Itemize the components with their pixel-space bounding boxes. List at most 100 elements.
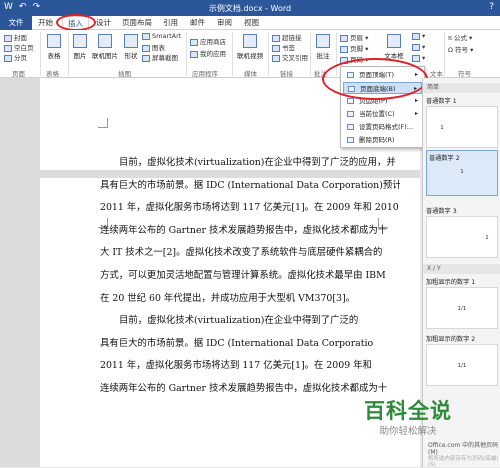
tab-view[interactable]: 视图 bbox=[244, 17, 259, 29]
watermark-title: 百科全说 bbox=[364, 399, 452, 423]
page-margin-icon bbox=[347, 98, 354, 104]
table-icon bbox=[47, 34, 61, 48]
screenshot-button[interactable]: 屏幕截图 bbox=[142, 52, 178, 62]
gallery-section-xy: X / Y bbox=[423, 264, 500, 274]
comment-icon bbox=[316, 34, 330, 48]
page-bottom-icon bbox=[348, 86, 355, 92]
chart-button[interactable]: 图表 bbox=[142, 42, 165, 52]
tab-references[interactable]: 引用 bbox=[163, 17, 178, 29]
dropcap-icon[interactable]: ▾ bbox=[412, 54, 425, 62]
gallery-item-label: 加粗显示的数字 1 bbox=[426, 279, 476, 286]
quick-parts-icon[interactable]: ▾ bbox=[412, 32, 425, 40]
cover-page-icon bbox=[4, 34, 12, 42]
text-line: 方式，可以更加灵活地配置与管理计算系统。虚拟化技术最早由 IBM bbox=[100, 269, 386, 281]
group-label-apps: 应用程序 bbox=[192, 70, 218, 78]
ribbon-separator bbox=[336, 32, 337, 76]
comment-button[interactable]: 批注 bbox=[314, 34, 332, 60]
text-line: 2011 年，虚拟化服务市场将达到 117 亿美元[1]。在 2009 年和 2… bbox=[100, 202, 400, 214]
group-label-tables: 表格 bbox=[46, 70, 59, 78]
text-line: 2011 年，虚拟化服务市场将达到 117 亿美元[1]。在 2009 年和 bbox=[100, 360, 372, 372]
menu-item-remove-page-numbers[interactable]: 删除页码(R) bbox=[343, 134, 422, 146]
group-label-symbols: 符号 bbox=[458, 70, 471, 78]
format-icon bbox=[347, 124, 354, 130]
tab-file[interactable]: 文件 bbox=[0, 16, 32, 30]
ribbon-separator bbox=[68, 32, 69, 76]
header-button[interactable]: 页眉 ▾ bbox=[340, 32, 368, 42]
menu-item-bottom-of-page[interactable]: 页面底端(B) ▸ bbox=[343, 82, 422, 94]
ribbon-separator bbox=[186, 32, 187, 76]
tab-layout[interactable]: 页面布局 bbox=[122, 17, 152, 29]
page-number-icon bbox=[340, 56, 348, 64]
equation-button[interactable]: π 公式 ▾ bbox=[448, 32, 472, 42]
cover-page-button[interactable]: 封面 bbox=[4, 32, 27, 42]
page-break-icon bbox=[4, 54, 12, 62]
window-title: 示例文档.docx - Word bbox=[208, 4, 292, 13]
tab-design[interactable]: 设计 bbox=[96, 17, 111, 29]
gallery-item-bold-number-2[interactable]: 1/1 bbox=[426, 344, 498, 386]
wordart-icon[interactable]: ▾ bbox=[412, 43, 425, 51]
symbol-button[interactable]: Ω 符号 ▾ bbox=[448, 44, 473, 54]
watermark-subtitle: 助你轻松解决 bbox=[379, 426, 437, 437]
ribbon-tabs: 文件 开始 插入 设计 页面布局 引用 邮件 审阅 视图 bbox=[0, 16, 500, 31]
page-break-button[interactable]: 分页 bbox=[4, 52, 27, 62]
shapes-icon bbox=[124, 34, 138, 48]
text-line: 大 IT 技术之一[2]。虚拟化技术改变了系统软件与底层硬件紧耦合的 bbox=[100, 247, 383, 259]
text-line: 连续两年公布的 Gartner 技术发展趋势报告中，虚拟化技术都成为十 bbox=[100, 224, 388, 236]
bookmark-icon bbox=[272, 44, 280, 52]
blank-page-button[interactable]: 空白页 bbox=[4, 42, 34, 52]
menu-item-top-of-page[interactable]: 页面顶端(T) ▸ bbox=[343, 69, 422, 81]
store-button[interactable]: 应用商店 bbox=[190, 36, 226, 46]
ribbon-separator bbox=[444, 32, 445, 76]
table-button[interactable]: 表格 bbox=[44, 34, 64, 60]
menu-item-current-position[interactable]: 当前位置(C) ▸ bbox=[343, 108, 422, 120]
submenu-arrow-icon: ▸ bbox=[414, 110, 418, 117]
save-selection-link[interactable]: 将所选内容另存为页码(底端)(S) bbox=[428, 454, 500, 468]
gallery-item-plain-number-2[interactable]: 普通数字 2 1 bbox=[426, 150, 498, 196]
page-number-menu: 页面顶端(T) ▸ 页面底端(B) ▸ 页边距(P) ▸ 当前位置(C) ▸ 设置页码格… bbox=[340, 66, 425, 148]
shapes-button[interactable]: 形状 bbox=[122, 34, 140, 60]
group-label-comments: 批注 bbox=[314, 70, 327, 78]
online-picture-button[interactable]: 联机图片 bbox=[90, 34, 120, 60]
text-line: 目前，虚拟化技术(virtualization)在企业中得到了广泛的应用，并 bbox=[119, 157, 396, 168]
picture-icon bbox=[73, 34, 87, 48]
group-label-links: 链接 bbox=[280, 70, 293, 78]
title-bar: W ↶ ↷ 示例文档.docx - Word ? bbox=[0, 0, 500, 16]
gallery-item-bold-number-1[interactable]: 1/1 bbox=[426, 287, 498, 329]
page-top-icon bbox=[347, 72, 354, 78]
text-line: 具有巨大的市场前景。据 IDC (International Data Corp… bbox=[100, 337, 374, 349]
smartart-icon bbox=[142, 32, 150, 40]
screenshot-icon bbox=[142, 54, 150, 62]
tab-insert[interactable]: 插入 bbox=[62, 16, 89, 31]
online-video-button[interactable]: 联机视频 bbox=[236, 34, 264, 60]
cross-reference-icon bbox=[272, 54, 280, 62]
cross-reference-button[interactable]: 交叉引用 bbox=[272, 52, 308, 62]
footer-button[interactable]: 页脚 ▾ bbox=[340, 43, 368, 53]
gallery-item-label: 加粗显示的数字 2 bbox=[426, 336, 476, 343]
gallery-item-plain-number-1[interactable]: 1 bbox=[426, 106, 498, 148]
hyperlink-button[interactable]: 超链接 bbox=[272, 32, 302, 42]
tab-review[interactable]: 审阅 bbox=[217, 17, 232, 29]
document-body-text[interactable]: 目前，虚拟化技术(virtualization)在企业中得到了广泛的应用，并 具… bbox=[100, 152, 400, 401]
ribbon-separator bbox=[310, 32, 311, 76]
tab-home[interactable]: 开始 bbox=[38, 17, 53, 29]
textbox-button[interactable]: 文本框 bbox=[382, 34, 406, 60]
tab-mailings[interactable]: 邮件 bbox=[190, 17, 205, 29]
page-number-button[interactable]: 页码 ▾ bbox=[340, 54, 368, 64]
bookmark-button[interactable]: 书签 bbox=[272, 42, 295, 52]
picture-button[interactable]: 图片 bbox=[72, 34, 88, 60]
textbox-icon bbox=[387, 34, 401, 48]
text-line: 在 20 世纪 60 年代提出，并成功应用于大型机 VM370[3]。 bbox=[100, 292, 356, 304]
menu-item-page-margins[interactable]: 页边距(P) ▸ bbox=[343, 95, 422, 107]
omega-icon: Ω bbox=[448, 46, 456, 54]
group-label-pages: 页面 bbox=[12, 70, 25, 78]
gallery-section-simple: 简单 bbox=[423, 83, 500, 93]
gallery-item-plain-number-3[interactable]: 1 bbox=[426, 216, 498, 258]
text-line: 目前，虚拟化技术(virtualization)在企业中得到了广泛的 bbox=[119, 315, 359, 327]
header-icon bbox=[340, 34, 348, 42]
smartart-button[interactable]: SmartArt bbox=[142, 32, 181, 40]
remove-icon bbox=[347, 137, 354, 143]
my-apps-button[interactable]: 我的应用 bbox=[190, 48, 226, 58]
chart-icon bbox=[142, 44, 150, 52]
group-label-illustrations: 插图 bbox=[118, 70, 131, 78]
help-icon[interactable]: ? bbox=[489, 2, 494, 12]
